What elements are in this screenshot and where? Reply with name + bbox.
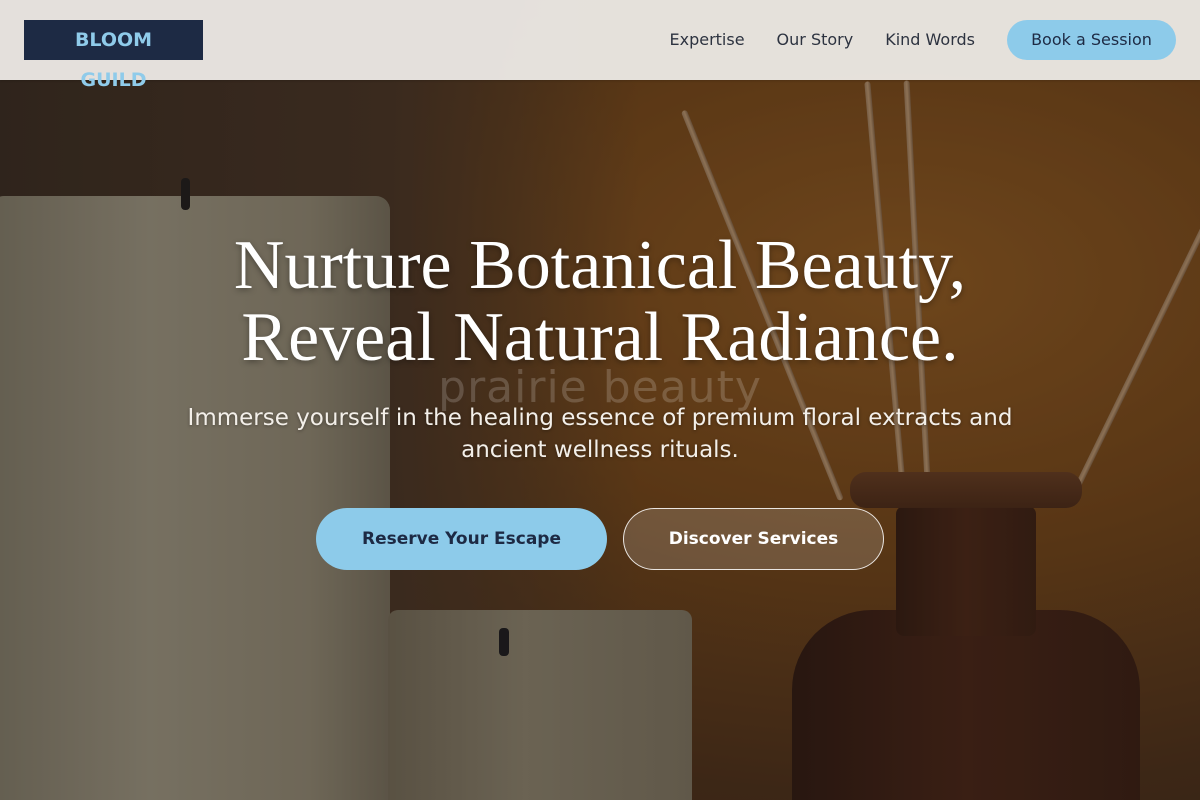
hero-title-line-1: Nurture Botanical Beauty, — [233, 227, 967, 304]
hero-title-line-2: Reveal Natural Radiance. — [241, 299, 959, 376]
page: prairie beauty BLOOM GUILD Expertise Our… — [0, 0, 1200, 800]
nav-link-expertise[interactable]: Expertise — [669, 20, 744, 60]
main-nav: Expertise Our Story Kind Words Book a Se… — [669, 20, 1176, 60]
hero-subtitle: Immerse yourself in the healing essence … — [187, 405, 1013, 463]
hero-title: Nurture Botanical Beauty, Reveal Natural… — [0, 230, 1200, 374]
discover-services-button[interactable]: Discover Services — [623, 508, 884, 570]
hero-section: Nurture Botanical Beauty, Reveal Natural… — [0, 230, 1200, 570]
nav-link-our-story[interactable]: Our Story — [777, 20, 854, 60]
reserve-escape-button[interactable]: Reserve Your Escape — [316, 508, 607, 570]
hero-actions: Reserve Your Escape Discover Services — [0, 508, 1200, 570]
brand-logo[interactable]: BLOOM GUILD — [24, 20, 203, 91]
site-header: BLOOM GUILD Expertise Our Story Kind Wor… — [0, 0, 1200, 91]
nav-link-kind-words[interactable]: Kind Words — [885, 20, 975, 60]
book-session-button[interactable]: Book a Session — [1007, 20, 1176, 60]
